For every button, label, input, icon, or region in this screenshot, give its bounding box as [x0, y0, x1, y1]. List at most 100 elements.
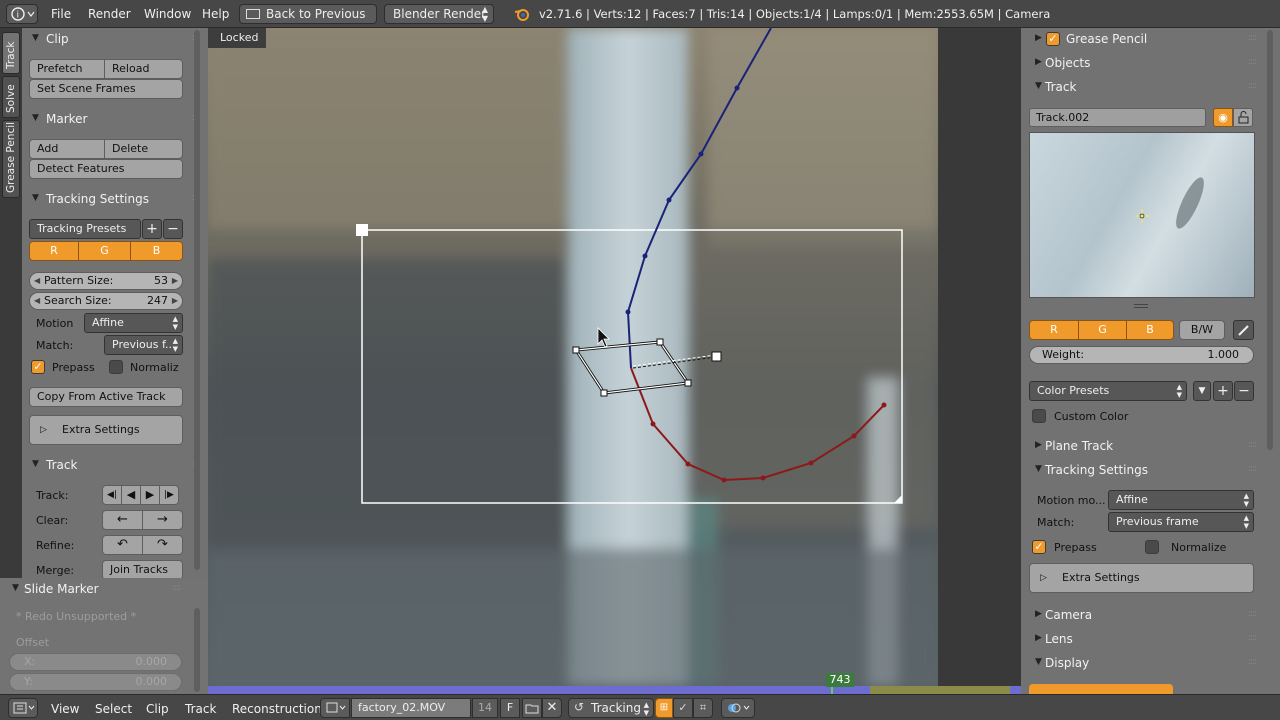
- color-presets-menu[interactable]: Color Presets ▲ ▼: [1029, 381, 1187, 401]
- track-forwards-button[interactable]: ▶: [140, 485, 160, 505]
- menu-clip[interactable]: Clip: [146, 702, 169, 716]
- prepass-checkbox[interactable]: ✓: [1032, 540, 1046, 554]
- detect-features-button[interactable]: Detect Features: [29, 159, 183, 179]
- clip-editor-viewport[interactable]: Locked: [208, 28, 1021, 686]
- match-select[interactable]: Previous frame ▲ ▼: [1108, 512, 1254, 532]
- back-to-previous-button[interactable]: Back to Previous: [239, 4, 377, 24]
- join-tracks-button[interactable]: Join Tracks: [102, 560, 183, 578]
- info-editor-icon[interactable]: i: [6, 4, 38, 24]
- menu-select[interactable]: Select: [95, 702, 132, 716]
- display-panel-header[interactable]: ▼ Display ::::: [1021, 652, 1280, 674]
- track-preview-widget[interactable]: [1029, 132, 1255, 298]
- pattern-size-field[interactable]: ◀ Pattern Size: 53 ▶: [29, 272, 183, 290]
- clip-browse-button[interactable]: [320, 698, 350, 718]
- tracking-settings-panel-header[interactable]: ▼ Tracking Settings ::::: [1021, 459, 1280, 481]
- weight-field[interactable]: Weight: 1.000: [1029, 346, 1254, 364]
- channel-r-toggle[interactable]: R: [29, 241, 79, 261]
- add-color-preset-button[interactable]: +: [1213, 381, 1233, 401]
- add-preset-button[interactable]: +: [142, 219, 162, 239]
- marker-panel-header[interactable]: ▼ Marker ::::: [22, 108, 208, 130]
- extra-settings-subpanel[interactable]: ▷ Extra Settings: [1029, 563, 1254, 593]
- clip-panel-header[interactable]: ▼ Clip ::::: [22, 28, 208, 50]
- delete-marker-button[interactable]: Delete: [104, 139, 183, 159]
- render-engine-select[interactable]: Blender Render ▲ ▼: [384, 4, 494, 24]
- decrement-arrow-icon[interactable]: ◀: [34, 293, 40, 309]
- preview-channel-g-toggle[interactable]: G: [1078, 320, 1127, 340]
- clip-name-field[interactable]: factory_02.MOV: [351, 698, 471, 718]
- menu-render[interactable]: Render: [88, 7, 131, 21]
- menu-window[interactable]: Window: [144, 7, 191, 21]
- editor-type-icon[interactable]: [8, 698, 38, 718]
- track-name-field[interactable]: Track.002: [1029, 108, 1206, 127]
- remove-preset-button[interactable]: −: [163, 219, 183, 239]
- overlay-toggle-icon[interactable]: [721, 698, 755, 718]
- drag-grip-icon[interactable]: ::::: [1248, 33, 1257, 43]
- reload-button[interactable]: Reload: [104, 59, 183, 79]
- search-size-field[interactable]: ◀ Search Size: 247 ▶: [29, 292, 183, 310]
- lock-icon[interactable]: [1233, 108, 1253, 127]
- tracking-settings-panel-header[interactable]: ▼ Tracking Settings ::::: [22, 188, 208, 210]
- refine-backwards-button[interactable]: ↶: [102, 535, 143, 555]
- clear-path-up-to-button[interactable]: ←: [102, 510, 143, 530]
- remove-color-preset-button[interactable]: −: [1234, 381, 1254, 401]
- show-disabled-icon[interactable]: ✓: [673, 698, 693, 718]
- track-panel-header[interactable]: ▼ Track ::::: [22, 454, 208, 476]
- tracking-presets-menu[interactable]: Tracking Presets: [29, 219, 141, 239]
- cache-timeline[interactable]: [208, 686, 1021, 694]
- prefetch-button[interactable]: Prefetch: [29, 59, 105, 79]
- preview-grayscale-toggle[interactable]: B/W: [1179, 320, 1225, 340]
- increment-arrow-icon[interactable]: ▶: [172, 273, 178, 289]
- normalize-checkbox[interactable]: [109, 360, 123, 374]
- redo-panel-scrollbar[interactable]: [194, 608, 200, 692]
- drag-grip-icon[interactable]: ::::: [1248, 440, 1257, 450]
- drag-grip-icon[interactable]: ::::: [1248, 633, 1257, 643]
- menu-help[interactable]: Help: [202, 7, 229, 21]
- menu-reconstruction[interactable]: Reconstruction: [232, 702, 322, 716]
- tab-grease-pencil[interactable]: Grease Pencil: [2, 120, 20, 198]
- lens-panel-header[interactable]: ▶ Lens ::::: [1021, 628, 1280, 650]
- color-presets-dropdown[interactable]: ▼: [1193, 381, 1211, 401]
- decrement-arrow-icon[interactable]: ◀: [34, 273, 40, 289]
- channel-b-toggle[interactable]: B: [130, 241, 183, 261]
- fake-user-toggle[interactable]: F: [500, 698, 520, 718]
- objects-panel-header[interactable]: ▶ Objects ::::: [1021, 52, 1280, 74]
- drag-grip-icon[interactable]: ::::: [1248, 657, 1257, 667]
- preview-channel-r-toggle[interactable]: R: [1029, 320, 1079, 340]
- plane-track-panel-header[interactable]: ▶ Plane Track ::::: [1021, 435, 1280, 457]
- unlink-clip-icon[interactable]: ✕: [542, 698, 562, 718]
- set-scene-frames-button[interactable]: Set Scene Frames: [29, 79, 183, 99]
- extra-settings-subpanel[interactable]: ▷ Extra Settings: [29, 415, 183, 445]
- motion-model-select[interactable]: Affine ▲ ▼: [84, 313, 183, 333]
- prepass-checkbox[interactable]: ✓: [31, 360, 45, 374]
- preview-alpha-button[interactable]: [1233, 320, 1254, 340]
- slide-marker-panel-header[interactable]: ▼ Slide Marker ::::: [0, 578, 208, 600]
- add-marker-button[interactable]: Add: [29, 139, 105, 159]
- copy-from-active-track-button[interactable]: Copy From Active Track: [29, 387, 183, 407]
- drag-grip-icon[interactable]: ::::: [1248, 81, 1257, 91]
- eye-icon[interactable]: ◉: [1213, 108, 1233, 127]
- drag-grip-icon[interactable]: ::::: [1248, 464, 1257, 474]
- grease-pencil-panel-header[interactable]: ▶ ✓ Grease Pencil ::::: [1021, 28, 1280, 50]
- pivot-point-icon[interactable]: ⊞: [655, 698, 673, 718]
- grease-pencil-checkbox[interactable]: ✓: [1046, 32, 1060, 46]
- track-backwards-button[interactable]: ◀: [121, 485, 141, 505]
- camera-panel-header[interactable]: ▶ Camera ::::: [1021, 604, 1280, 626]
- track-panel-header[interactable]: ▼ Track ::::: [1021, 76, 1280, 98]
- match-select[interactable]: Previous f... ▲ ▼: [104, 335, 183, 355]
- tab-solve[interactable]: Solve: [2, 76, 20, 118]
- menu-view[interactable]: View: [51, 702, 79, 716]
- normalize-checkbox[interactable]: [1145, 540, 1159, 554]
- mode-select[interactable]: ↺ Tracking ▲ ▼: [568, 698, 654, 718]
- increment-arrow-icon[interactable]: ▶: [172, 293, 178, 309]
- tab-track[interactable]: Track: [2, 32, 20, 74]
- refine-forwards-button[interactable]: ↷: [142, 535, 183, 555]
- track-backwards-sequence-button[interactable]: ◀|: [102, 485, 122, 505]
- motion-model-select[interactable]: Affine ▲ ▼: [1108, 490, 1254, 510]
- properties-scrollbar[interactable]: [1267, 30, 1273, 450]
- channel-g-toggle[interactable]: G: [78, 241, 131, 261]
- open-clip-icon[interactable]: [522, 698, 542, 718]
- preview-channel-b-toggle[interactable]: B: [1126, 320, 1174, 340]
- tool-shelf-scrollbar[interactable]: [194, 30, 200, 570]
- track-forwards-sequence-button[interactable]: |▶: [159, 485, 179, 505]
- drag-grip-icon[interactable]: ::::: [1248, 57, 1257, 67]
